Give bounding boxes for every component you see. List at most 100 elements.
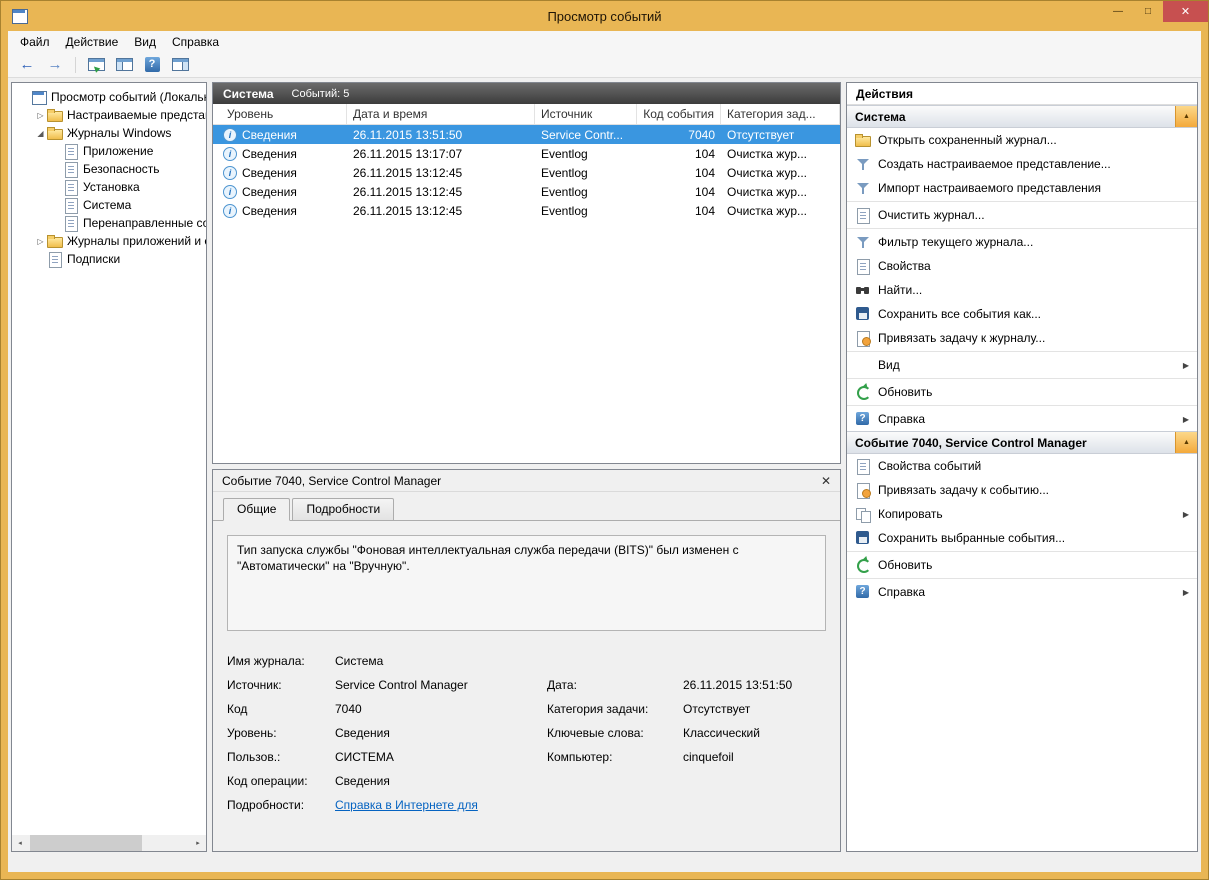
- tree-item-apps-services-logs[interactable]: ▷ Журналы приложений и сл: [12, 232, 206, 250]
- properties-icon: [855, 458, 871, 475]
- log-file-icon: [63, 143, 79, 160]
- console-tree-button[interactable]: [113, 54, 135, 76]
- action-import-custom-view[interactable]: Импорт настраиваемого представления: [847, 176, 1197, 200]
- expander-icon[interactable]: ◢: [34, 129, 47, 138]
- field-label: Код операции:: [227, 774, 308, 788]
- tree-item-windows-logs[interactable]: ◢ Журналы Windows: [12, 124, 206, 142]
- action-pane-button[interactable]: [169, 54, 191, 76]
- actions-section-system[interactable]: Система: [847, 105, 1197, 128]
- close-preview-icon[interactable]: ✕: [821, 474, 831, 488]
- collapse-chevron-icon[interactable]: [1175, 106, 1197, 127]
- menu-action[interactable]: Действие: [58, 33, 127, 51]
- tree-item-application[interactable]: Приложение: [12, 142, 206, 160]
- action-attach-task-to-event[interactable]: Привязать задачу к событию...: [847, 478, 1197, 502]
- action-label: Открыть сохраненный журнал...: [878, 133, 1057, 147]
- tab-general[interactable]: Общие: [223, 498, 291, 521]
- tree-item-setup[interactable]: Установка: [12, 178, 206, 196]
- tree-item-custom-views[interactable]: ▷ Настраиваемые представле: [12, 106, 206, 124]
- action-clear-log[interactable]: Очистить журнал...: [847, 203, 1197, 227]
- action-save-selected-events[interactable]: Сохранить выбранные события...: [847, 526, 1197, 550]
- event-description[interactable]: Тип запуска службы "Фоновая интеллектуал…: [227, 535, 826, 631]
- window-title: Просмотр событий: [547, 8, 662, 24]
- actions-section-event[interactable]: Событие 7040, Service Control Manager: [847, 431, 1197, 454]
- event-row[interactable]: Сведения 26.11.2015 13:12:45 Eventlog 10…: [213, 163, 840, 182]
- action-refresh-event[interactable]: Обновить: [847, 553, 1197, 577]
- action-help-event[interactable]: Справка: [847, 580, 1197, 604]
- tree-item-event-viewer-root[interactable]: Просмотр событий (Локальны: [12, 88, 206, 106]
- event-level: Сведения: [242, 184, 297, 199]
- tree-item-system[interactable]: Система: [12, 196, 206, 214]
- action-copy[interactable]: Копировать: [847, 502, 1197, 526]
- scrollbar-track[interactable]: [28, 835, 190, 851]
- tree-item-label: Система: [83, 198, 132, 212]
- scroll-left-arrow-icon[interactable]: ◂: [12, 835, 28, 851]
- information-icon: [223, 184, 237, 199]
- minimize-button[interactable]: —: [1103, 1, 1133, 22]
- folder-icon: [47, 107, 63, 123]
- tree-item-subscriptions[interactable]: Подписки: [12, 250, 206, 268]
- column-event-id[interactable]: Код события: [637, 104, 721, 124]
- event-row[interactable]: Сведения 26.11.2015 13:12:45 Eventlog 10…: [213, 182, 840, 201]
- action-create-custom-view[interactable]: Создать настраиваемое представление...: [847, 152, 1197, 176]
- close-button[interactable]: ✕: [1163, 1, 1208, 22]
- event-level: Сведения: [242, 127, 297, 142]
- divider: [847, 551, 1197, 552]
- event-datetime: 26.11.2015 13:17:07: [353, 146, 463, 161]
- action-pane-icon: [171, 58, 189, 71]
- tree-item-label: Подписки: [67, 252, 121, 266]
- tree-item-label: Журналы приложений и сл: [67, 234, 206, 248]
- action-event-properties[interactable]: Свойства событий: [847, 454, 1197, 478]
- action-view[interactable]: Вид: [847, 353, 1197, 377]
- expander-icon[interactable]: ▷: [34, 111, 47, 120]
- back-button[interactable]: [16, 54, 38, 76]
- titlebar: Просмотр событий — □ ✕: [1, 1, 1208, 31]
- action-save-all-events[interactable]: Сохранить все события как...: [847, 302, 1197, 326]
- event-row[interactable]: Сведения 26.11.2015 13:12:45 Eventlog 10…: [213, 201, 840, 220]
- column-datetime[interactable]: Дата и время: [347, 104, 535, 124]
- field-label: Ключевые слова:: [547, 726, 644, 740]
- column-source[interactable]: Источник: [535, 104, 637, 124]
- action-find[interactable]: Найти...: [847, 278, 1197, 302]
- menu-file[interactable]: Файл: [12, 33, 58, 51]
- event-row[interactable]: Сведения 26.11.2015 13:17:07 Eventlog 10…: [213, 144, 840, 163]
- column-level[interactable]: Уровень: [213, 104, 347, 124]
- tree-item-security[interactable]: Безопасность: [12, 160, 206, 178]
- forward-button[interactable]: [44, 54, 66, 76]
- field-label: Подробности:: [227, 798, 305, 812]
- field-label: Источник:: [227, 678, 282, 692]
- menu-help[interactable]: Справка: [164, 33, 227, 51]
- center-column: Система Событий: 5 Уровень Дата и время …: [212, 82, 841, 852]
- action-label: Создать настраиваемое представление...: [878, 157, 1111, 171]
- event-row[interactable]: Сведения 26.11.2015 13:51:50 Service Con…: [213, 125, 840, 144]
- action-open-saved-log[interactable]: Открыть сохраненный журнал...: [847, 128, 1197, 152]
- scrollbar-thumb[interactable]: [30, 835, 142, 851]
- action-attach-task-to-log[interactable]: Привязать задачу к журналу...: [847, 326, 1197, 350]
- tree-item-label: Журналы Windows: [67, 126, 172, 140]
- event-source: Eventlog: [541, 184, 588, 199]
- expander-icon[interactable]: ▷: [34, 237, 47, 246]
- event-category: Очистка жур...: [727, 184, 808, 199]
- action-filter-current-log[interactable]: Фильтр текущего журнала...: [847, 230, 1197, 254]
- information-icon: [223, 146, 237, 161]
- toolbar-separator: [75, 56, 76, 73]
- tab-details[interactable]: Подробности: [292, 498, 395, 521]
- help-button[interactable]: ?: [141, 54, 163, 76]
- scroll-right-arrow-icon[interactable]: ▸: [190, 835, 206, 851]
- divider: [847, 201, 1197, 202]
- tree-item-forwarded-events[interactable]: Перенаправленные соб: [12, 214, 206, 232]
- action-help[interactable]: Справка: [847, 407, 1197, 431]
- action-label: Найти...: [878, 283, 923, 297]
- event-category: Очистка жур...: [727, 203, 808, 218]
- action-properties[interactable]: Свойства: [847, 254, 1197, 278]
- export-list-icon: [87, 58, 105, 71]
- column-task-category[interactable]: Категория зад...: [721, 104, 840, 124]
- action-refresh[interactable]: Обновить: [847, 380, 1197, 404]
- collapse-chevron-icon[interactable]: [1175, 432, 1197, 453]
- field-value: Сведения: [335, 774, 390, 788]
- online-help-link[interactable]: Справка в Интернете для: [335, 798, 547, 812]
- maximize-button[interactable]: □: [1133, 1, 1163, 22]
- export-list-button[interactable]: [85, 54, 107, 76]
- event-fields: Имя журнала: Система Источник: Service C…: [225, 649, 828, 817]
- menu-view[interactable]: Вид: [126, 33, 164, 51]
